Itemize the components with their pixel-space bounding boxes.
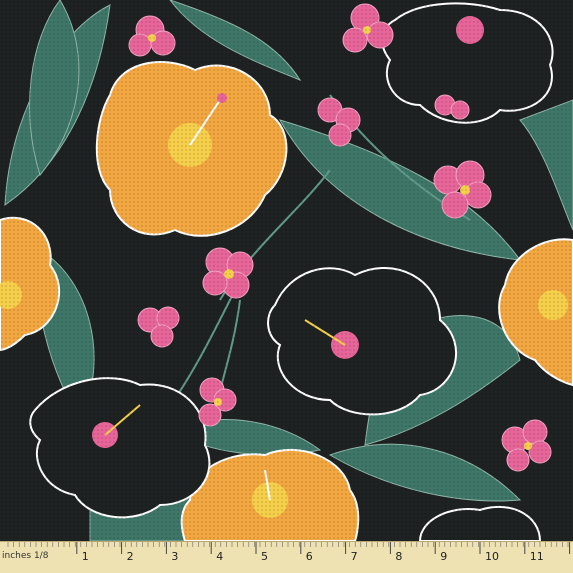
ruler-tick-label: 10 bbox=[485, 550, 499, 563]
ruler-tick-label: 6 bbox=[305, 550, 313, 563]
ruler-units-label: inches 1/8 bbox=[2, 551, 49, 561]
floral-pattern bbox=[0, 0, 573, 541]
ruler-tick-label: 8 bbox=[395, 550, 403, 563]
ruler-tick-label: 5 bbox=[261, 550, 268, 563]
ruler-tick-label: 2 bbox=[126, 550, 134, 563]
fabric-swatch: inches 1/8 123456789101112 bbox=[0, 0, 573, 573]
ruler-tick-label: 7 bbox=[350, 550, 358, 563]
ruler-tick-label: 9 bbox=[440, 550, 448, 563]
ruler-tick-label: 3 bbox=[171, 550, 179, 563]
ruler-tick-label: 1 bbox=[81, 550, 89, 563]
ruler-tick-label: 4 bbox=[216, 550, 224, 563]
fabric-texture bbox=[0, 0, 573, 541]
measuring-ruler: inches 1/8 123456789101112 bbox=[0, 541, 573, 573]
ruler-tick-label: 11 bbox=[529, 550, 544, 563]
